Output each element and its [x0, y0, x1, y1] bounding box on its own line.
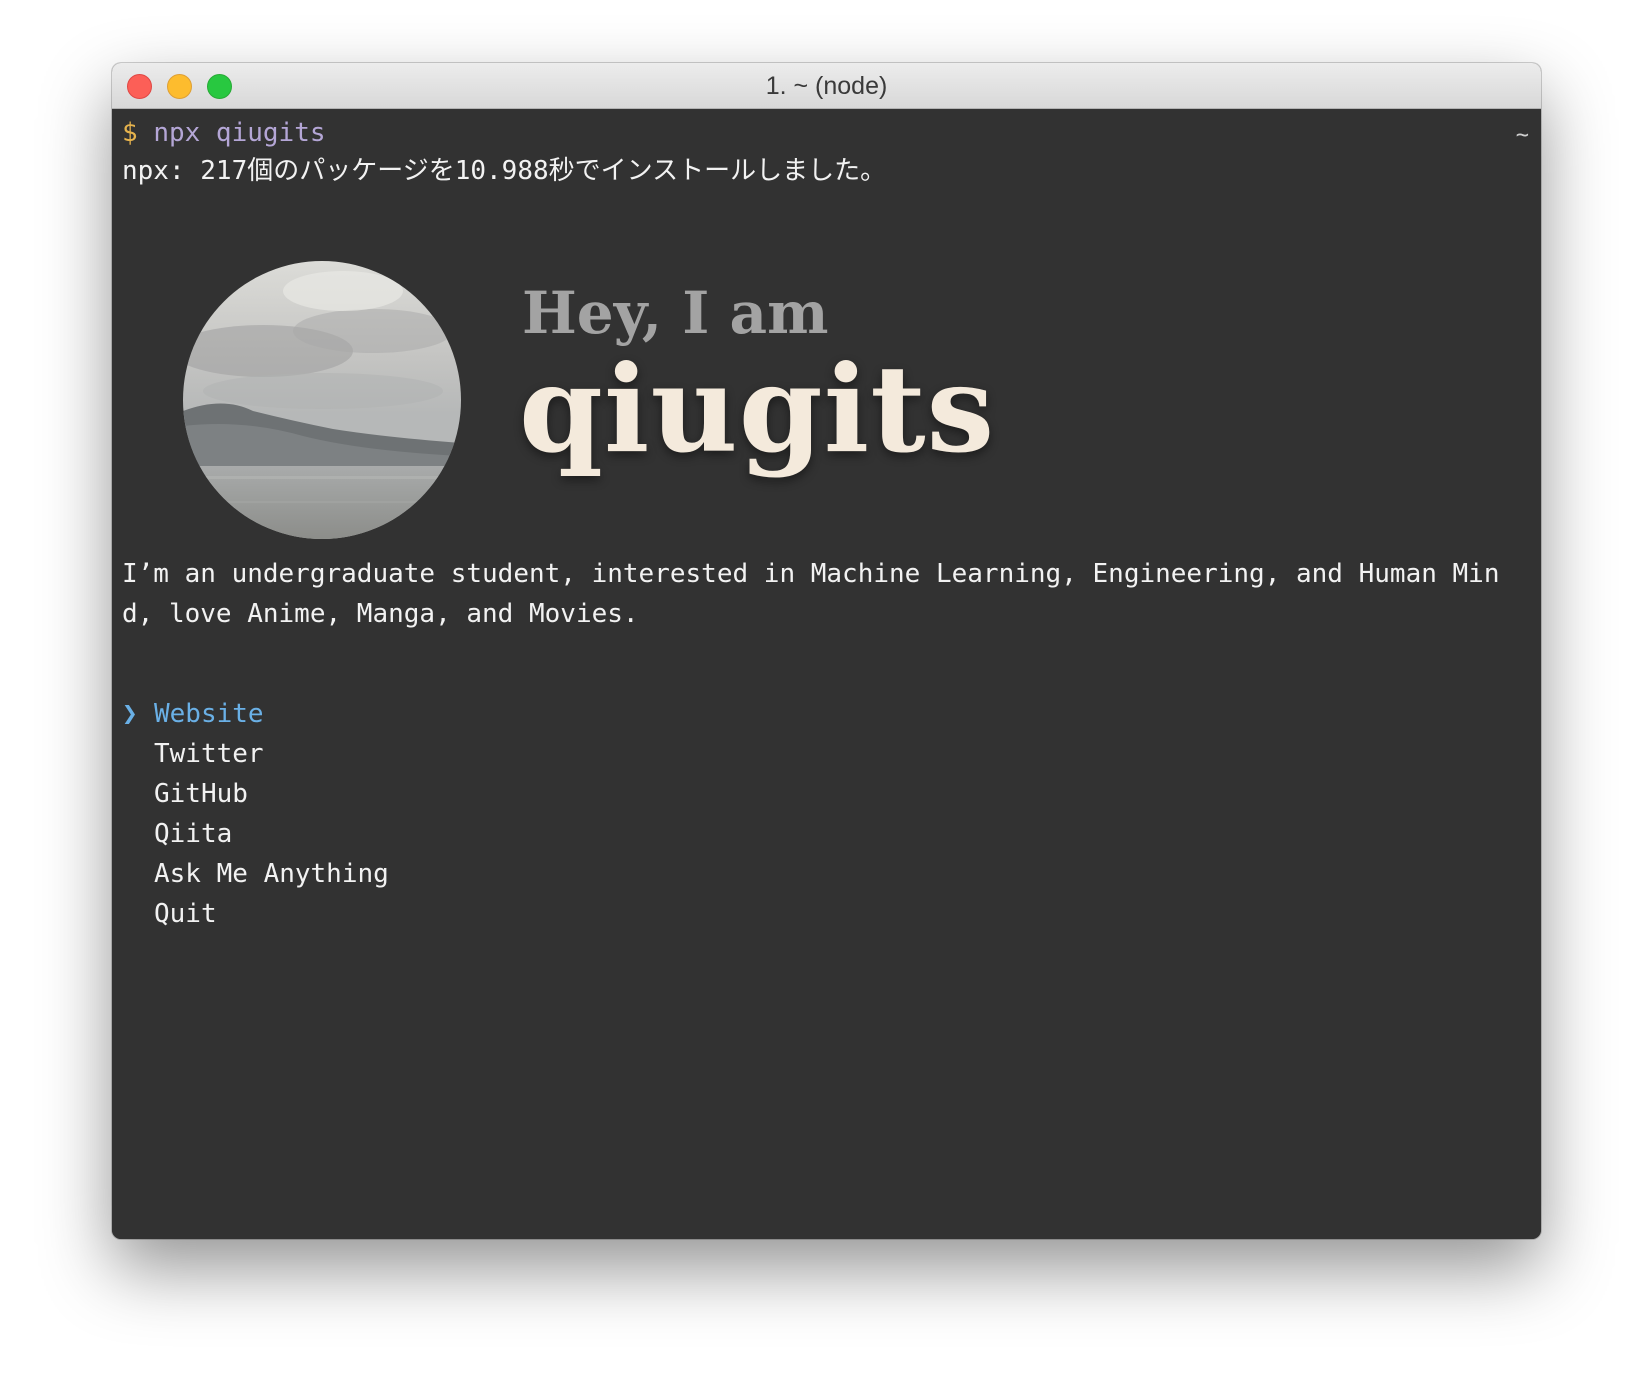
install-message: npx: 217個のパッケージを10.988秒でインストールしました。: [122, 156, 887, 186]
landscape-photo-avatar: [183, 261, 461, 539]
banner-greeting: Hey, I am: [522, 279, 829, 347]
menu-item-ask-me-anything[interactable]: Ask Me Anything: [122, 854, 389, 894]
menu-item-quit[interactable]: Quit: [122, 894, 389, 934]
tab-indicator: ~: [1515, 123, 1529, 148]
bio-line: d, love Anime, Manga, and Movies.: [122, 599, 639, 629]
window-title: 1. ~ (node): [765, 72, 888, 100]
menu-item-label: Quit: [154, 899, 217, 929]
menu-item-label: Qiita: [154, 819, 233, 849]
menu-item-label: GitHub: [154, 779, 248, 809]
avatar: [183, 261, 461, 539]
prompt-command: npx qiugits: [153, 118, 326, 148]
menu-item-label: Ask Me Anything: [154, 859, 389, 889]
terminal-content[interactable]: ~ $ npx qiugits npx: 217個のパッケージを10.988秒で…: [112, 109, 1541, 1239]
bio-text: I’m an undergraduate student, interested…: [122, 554, 1541, 634]
menu-item-website[interactable]: ❯ Website: [122, 694, 389, 734]
menu-item-github[interactable]: GitHub: [122, 774, 389, 814]
menu-item-twitter[interactable]: Twitter: [122, 734, 389, 774]
terminal-window: 1. ~ (node) ~ $ npx qiugits npx: 217個のパッ…: [112, 63, 1541, 1239]
prompt-line: $ npx qiugits: [122, 113, 326, 153]
bio-line: I’m an undergraduate student, interested…: [122, 559, 1500, 589]
title-bar[interactable]: 1. ~ (node): [112, 63, 1541, 109]
banner-name: qiugits: [519, 339, 996, 480]
menu-item-label: Twitter: [154, 739, 264, 769]
selection-pointer-icon: ❯: [122, 699, 138, 729]
menu-item-label: Website: [154, 699, 264, 729]
prompt-sign: $: [122, 118, 138, 148]
choice-menu: ❯ Website Twitter GitHub Qiita Ask Me Any…: [122, 694, 389, 934]
menu-item-qiita[interactable]: Qiita: [122, 814, 389, 854]
